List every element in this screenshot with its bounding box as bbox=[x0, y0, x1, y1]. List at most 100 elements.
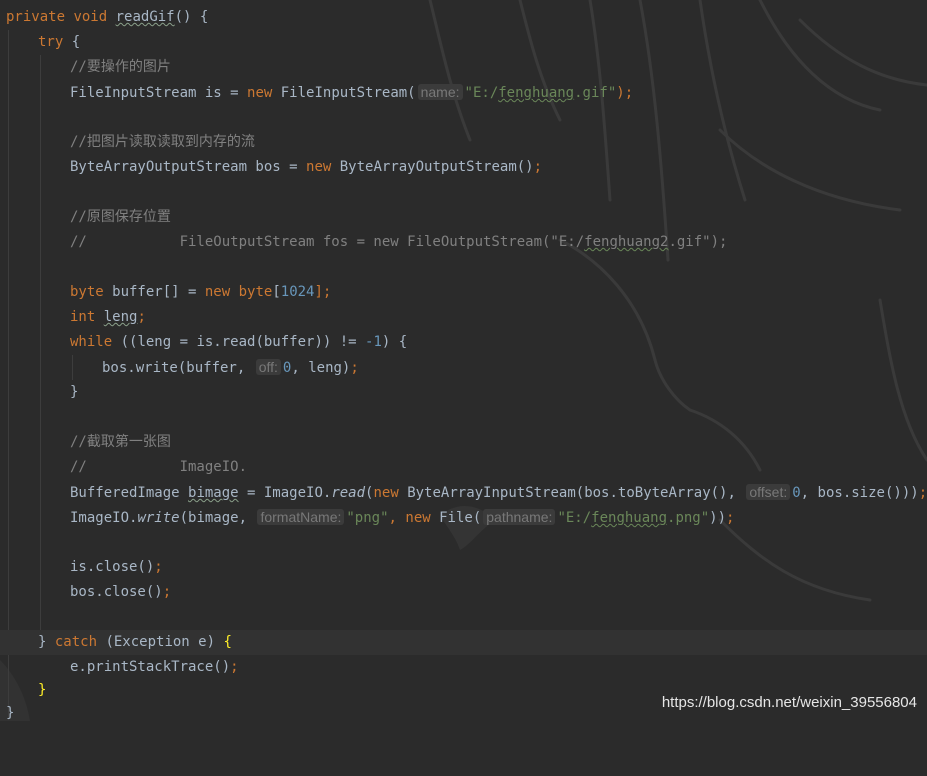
code-token: ; bbox=[533, 159, 543, 175]
code-token: } bbox=[6, 705, 15, 721]
parameter-hint: name: bbox=[417, 84, 463, 100]
code-line: int leng; bbox=[0, 305, 927, 330]
method-name: readGif bbox=[115, 9, 175, 25]
code-token: , bbox=[388, 510, 406, 526]
code-line: e.printStackTrace(); bbox=[0, 655, 927, 680]
code-token: is.close() bbox=[70, 559, 155, 575]
code-token: ; bbox=[154, 559, 163, 575]
code-token: e.printStackTrace() bbox=[70, 659, 231, 675]
code-line: ImageIO.write(bimage, formatName: "png", … bbox=[0, 505, 927, 530]
code-token: BufferedImage bbox=[70, 485, 189, 501]
variable-name: bimage bbox=[188, 485, 239, 501]
keyword: private bbox=[6, 9, 66, 25]
keyword: int bbox=[70, 309, 96, 325]
keyword: while bbox=[70, 334, 113, 350]
comment: .gif"); bbox=[668, 234, 728, 250]
code-token: } bbox=[38, 634, 55, 650]
code-token: ; bbox=[230, 659, 239, 675]
parameter-hint: formatName: bbox=[257, 509, 345, 525]
code-token: } bbox=[70, 384, 79, 400]
code-token: buffer[] = bbox=[103, 284, 205, 300]
comment: //把图片读取读取到内存的流 bbox=[70, 134, 255, 150]
code-token: , bos.size())) bbox=[800, 485, 919, 501]
code-token: ]; bbox=[314, 284, 332, 300]
code-token: ; bbox=[137, 309, 146, 325]
keyword: new bbox=[405, 510, 431, 526]
string-literal: "E:/ bbox=[464, 85, 499, 101]
keyword: new bbox=[373, 485, 399, 501]
comment: //要操作的图片 bbox=[70, 59, 171, 75]
method-name: write bbox=[137, 510, 180, 526]
parameter-hint: off: bbox=[255, 359, 281, 375]
matched-brace: } bbox=[38, 682, 47, 698]
code-line: FileInputStream is = new FileInputStream… bbox=[0, 80, 927, 105]
code-token: bos.close() bbox=[70, 584, 163, 600]
comment: //截取第一张图 bbox=[70, 434, 171, 450]
number-literal: -1 bbox=[365, 334, 382, 350]
code-line: private void readGif() { bbox=[0, 5, 927, 30]
code-token: ; bbox=[350, 360, 359, 376]
keyword: catch bbox=[54, 634, 98, 650]
method-name: read bbox=[331, 485, 366, 501]
keyword: byte bbox=[238, 284, 273, 300]
code-token: (Exception e) bbox=[97, 634, 224, 650]
string-literal: "png" bbox=[346, 510, 389, 526]
code-line: try { bbox=[0, 30, 927, 55]
number-literal: 1024 bbox=[280, 284, 315, 300]
code-line: // ImageIO. bbox=[0, 455, 927, 480]
string-literal: "E:/ bbox=[557, 510, 592, 526]
code-token: ; bbox=[162, 584, 172, 600]
code-token: [ bbox=[272, 284, 281, 300]
code-token: ((leng = is.read(buffer)) != bbox=[112, 334, 366, 350]
code-line: //原图保存位置 bbox=[0, 205, 927, 230]
number-literal: 0 bbox=[792, 485, 801, 501]
watermark-url: https://blog.csdn.net/weixin_39556804 bbox=[661, 694, 917, 711]
code-token: FileInputStream( bbox=[272, 85, 416, 101]
comment: // FileOutputStream fos = new FileOutput… bbox=[70, 234, 585, 250]
code-token: ImageIO. bbox=[70, 510, 138, 526]
code-token: ByteArrayOutputStream bos = bbox=[70, 159, 307, 175]
code-token: ) { bbox=[381, 334, 408, 350]
current-line-highlight: } catch (Exception e) { bbox=[0, 630, 927, 655]
code-line: BufferedImage bimage = ImageIO.read(new … bbox=[0, 480, 927, 505]
string-literal: .png" bbox=[667, 510, 710, 526]
comment: //原图保存位置 bbox=[70, 209, 171, 225]
matched-brace: { bbox=[223, 634, 232, 650]
code-line: bos.close(); bbox=[0, 580, 927, 605]
comment: fenghuang2 bbox=[584, 234, 669, 250]
code-token: ByteArrayOutputStream() bbox=[331, 159, 534, 175]
code-token: { bbox=[63, 34, 81, 50]
code-line: //截取第一张图 bbox=[0, 430, 927, 455]
code-token: ; bbox=[726, 510, 735, 526]
code-line: is.close(); bbox=[0, 555, 927, 580]
code-line: // FileOutputStream fos = new FileOutput… bbox=[0, 230, 927, 255]
code-line: byte buffer[] = new byte[1024]; bbox=[0, 280, 927, 305]
string-literal: .gif" bbox=[574, 85, 617, 101]
code-line: } bbox=[0, 380, 927, 405]
string-literal: fenghuang bbox=[498, 85, 575, 101]
code-token: (bimage, bbox=[179, 510, 256, 526]
code-token: ); bbox=[616, 85, 634, 101]
string-literal: fenghuang bbox=[591, 510, 668, 526]
code-token: () { bbox=[174, 9, 209, 25]
parameter-hint: pathname: bbox=[483, 509, 556, 525]
code-line: while ((leng = is.read(buffer)) != -1) { bbox=[0, 330, 927, 355]
code-token: FileInputStream is = bbox=[70, 85, 248, 101]
code-token: File( bbox=[430, 510, 482, 526]
code-token: ; bbox=[918, 485, 927, 501]
code-token: , leng) bbox=[291, 360, 351, 376]
parameter-hint: offset: bbox=[746, 484, 791, 500]
variable-name: leng bbox=[103, 309, 138, 325]
code-line: //要操作的图片 bbox=[0, 55, 927, 80]
code-line: ByteArrayOutputStream bos = new ByteArra… bbox=[0, 155, 927, 180]
comment: // ImageIO. bbox=[70, 459, 248, 475]
code-line: //把图片读取读取到内存的流 bbox=[0, 130, 927, 155]
keyword: new bbox=[247, 85, 273, 101]
keyword: void bbox=[73, 9, 108, 25]
keyword: new bbox=[306, 159, 332, 175]
keyword: byte bbox=[70, 284, 104, 300]
code-token: ByteArrayInputStream(bos.toByteArray(), bbox=[398, 485, 745, 501]
code-editor[interactable]: private void readGif() { try { //要操作的图片 … bbox=[0, 0, 927, 721]
